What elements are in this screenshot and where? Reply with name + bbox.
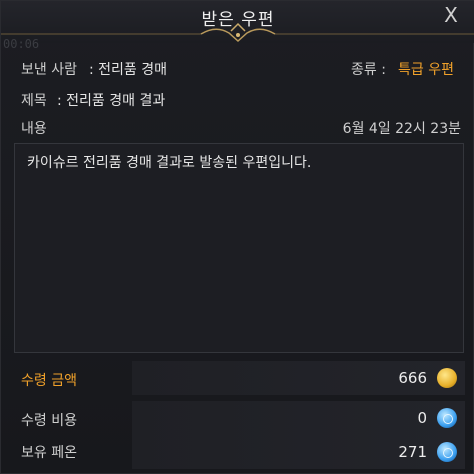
receive-fee-field: 0 bbox=[132, 401, 465, 435]
gold-coin-icon bbox=[437, 368, 457, 388]
peon-icon bbox=[437, 442, 457, 462]
subject-value: : 전리품 경매 결과 bbox=[57, 93, 166, 109]
body-label: 내용 bbox=[21, 121, 47, 137]
mail-date: 6월 4일 22시 23분 bbox=[342, 121, 461, 137]
sender-value: : 전리품 경매 bbox=[89, 62, 168, 78]
owned-peon-label: 보유 페온 bbox=[21, 445, 77, 461]
mail-body-box[interactable]: 카이슈르 전리품 경매 결과로 발송된 우편입니다. bbox=[14, 143, 464, 353]
receive-amount-field: 666 bbox=[132, 361, 465, 395]
mail-type-label: 종류 : bbox=[351, 62, 386, 78]
sender-label: 보낸 사람 bbox=[21, 62, 77, 78]
title-ornament-icon bbox=[1, 22, 474, 43]
receive-amount-value: 666 bbox=[398, 369, 427, 387]
receive-fee-label: 수령 비용 bbox=[21, 413, 77, 429]
mail-body-text: 카이슈르 전리품 경매 결과로 발송된 우편입니다. bbox=[27, 155, 312, 171]
mail-window: 받은 우편 X 00:06 보낸 사람 : 전리품 경매 종류 : 특급 우편 … bbox=[0, 0, 474, 474]
mail-type-value: 특급 우편 bbox=[398, 62, 454, 78]
owned-peon-value: 271 bbox=[398, 443, 427, 461]
receive-fee-value: 0 bbox=[417, 409, 427, 427]
subject-label: 제목 bbox=[21, 93, 47, 109]
peon-icon bbox=[437, 408, 457, 428]
receive-amount-label: 수령 금액 bbox=[21, 373, 77, 389]
owned-peon-field: 271 bbox=[132, 435, 465, 469]
